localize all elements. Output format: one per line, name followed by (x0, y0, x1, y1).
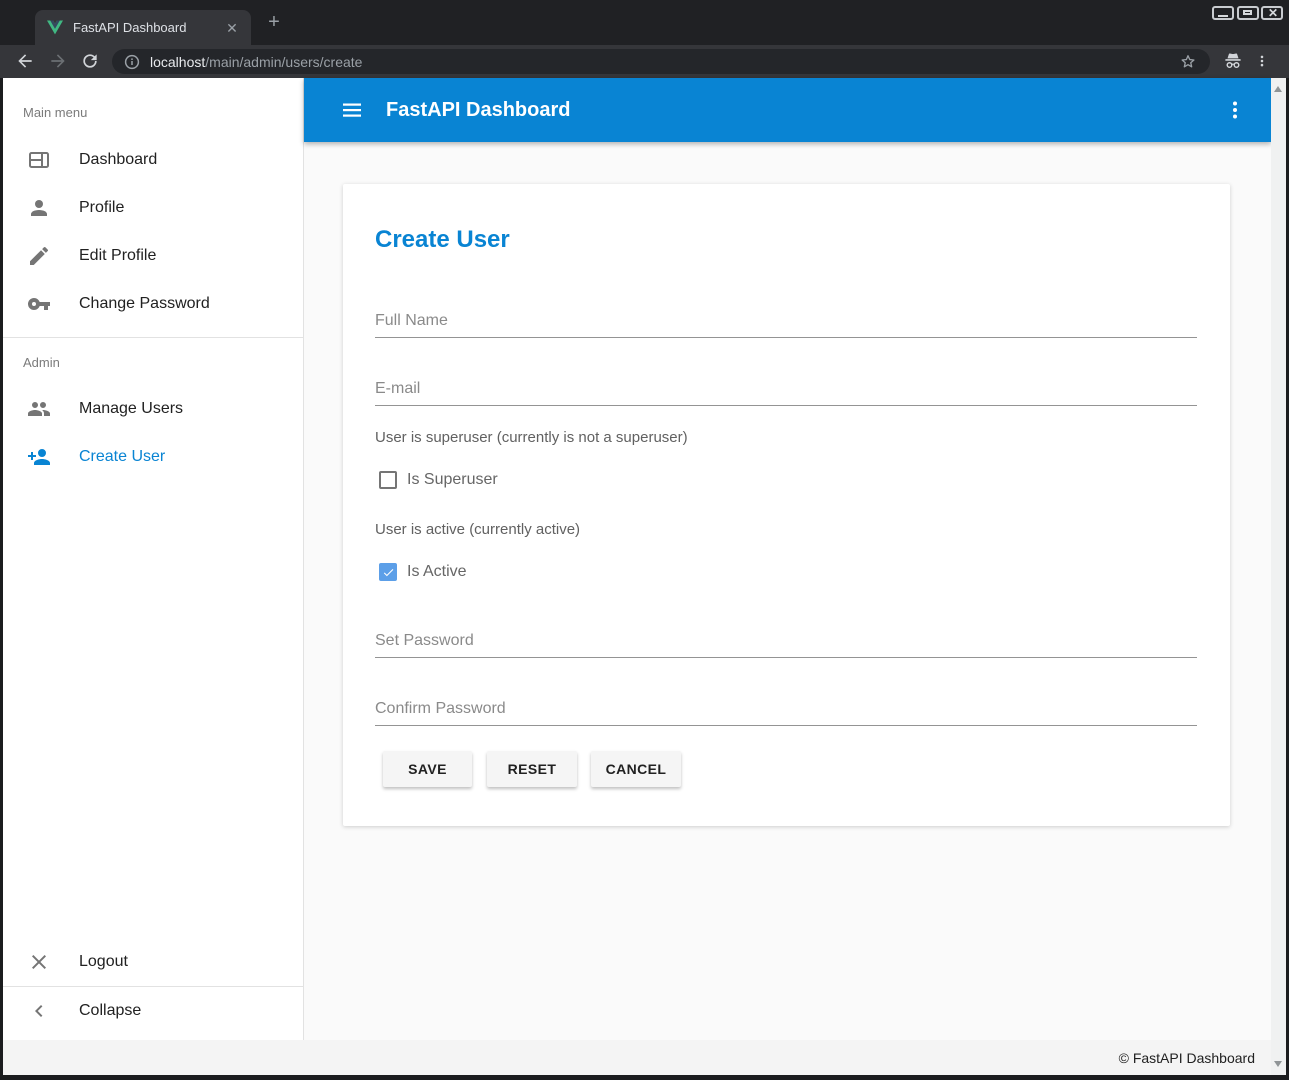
sidebar-item-manage-users[interactable]: Manage Users (3, 385, 303, 433)
page-scrollbar[interactable] (1271, 78, 1286, 1075)
email-field[interactable] (375, 372, 1197, 406)
superuser-note: User is superuser (currently is not a su… (375, 429, 688, 446)
tab-close-icon[interactable]: ✕ (223, 19, 241, 37)
sidebar-item-create-user[interactable]: Create User (3, 433, 303, 481)
appbar-menu-button[interactable] (1223, 98, 1247, 122)
checkbox-checked-icon (379, 563, 397, 581)
sidebar-item-label: Profile (79, 199, 124, 217)
set-password-field[interactable] (375, 624, 1197, 658)
sidebar-spacer (3, 481, 303, 938)
sidebar-item-change-password[interactable]: Change Password (3, 280, 303, 328)
browser-window: FastAPI Dashboard ✕ + ✕ localhost/m (0, 0, 1289, 1080)
key-icon (27, 292, 51, 316)
sidebar-item-label: Logout (79, 953, 128, 971)
sidebar-item-label: Dashboard (79, 151, 157, 169)
cancel-button[interactable]: CANCEL (591, 751, 681, 787)
scrollbar-up-button[interactable] (1274, 86, 1282, 92)
window-close-button[interactable]: ✕ (1261, 6, 1283, 20)
sidebar-item-edit-profile[interactable]: Edit Profile (3, 232, 303, 280)
copyright-text: © FastAPI Dashboard (1119, 1050, 1255, 1066)
sidebar-item-profile[interactable]: Profile (3, 184, 303, 232)
app-page: Main menu Dashboard Profile Edit Profile (3, 78, 1286, 1075)
sidebar: Main menu Dashboard Profile Edit Profile (3, 78, 304, 1040)
account-icon (27, 196, 51, 220)
sidebar-item-collapse[interactable]: Collapse (3, 987, 303, 1035)
new-tab-button[interactable]: + (264, 13, 284, 33)
sidebar-section-main-menu: Main menu (3, 78, 303, 136)
active-note: User is active (currently active) (375, 521, 580, 538)
window-minimize-button[interactable] (1212, 6, 1234, 20)
page-title: Create User (375, 226, 510, 254)
incognito-icon (1222, 50, 1244, 72)
sidebar-item-label: Create User (79, 448, 165, 466)
pencil-icon (27, 244, 51, 268)
sidebar-section-admin: Admin (3, 338, 303, 385)
reset-button[interactable]: RESET (487, 751, 577, 787)
app-bar: FastAPI Dashboard (304, 78, 1271, 142)
browser-menu-button[interactable] (1255, 51, 1269, 71)
url-bar[interactable]: localhost/main/admin/users/create (112, 49, 1210, 74)
sidebar-item-label: Manage Users (79, 400, 183, 418)
save-button[interactable]: SAVE (383, 751, 472, 787)
checkbox-unchecked-icon (379, 471, 397, 489)
browser-toolbar: localhost/main/admin/users/create (0, 45, 1289, 78)
sidebar-item-dashboard[interactable]: Dashboard (3, 136, 303, 184)
vue-logo-icon (47, 20, 63, 35)
full-name-field[interactable] (375, 304, 1197, 338)
forward-button[interactable] (48, 51, 68, 71)
close-icon (27, 950, 51, 974)
url-host: localhost (150, 54, 205, 70)
window-maximize-button[interactable] (1237, 6, 1259, 20)
web-icon (27, 148, 51, 172)
app-footer: © FastAPI Dashboard (3, 1040, 1271, 1075)
reload-button[interactable] (80, 51, 100, 71)
hamburger-menu-button[interactable] (340, 98, 364, 122)
browser-tab[interactable]: FastAPI Dashboard ✕ (35, 10, 251, 45)
checkbox-label: Is Active (407, 563, 467, 581)
chevron-left-icon (27, 999, 51, 1023)
create-user-card: Create User User is superuser (currently… (343, 184, 1230, 826)
url-text: localhost/main/admin/users/create (150, 54, 1178, 70)
site-info-icon[interactable] (124, 54, 140, 70)
tab-title: FastAPI Dashboard (73, 20, 223, 35)
account-plus-icon (27, 445, 51, 469)
is-active-checkbox[interactable]: Is Active (379, 563, 467, 581)
checkbox-label: Is Superuser (407, 471, 498, 489)
tab-strip: FastAPI Dashboard ✕ + ✕ (0, 0, 1289, 45)
account-multiple-icon (27, 397, 51, 421)
browser-chrome: FastAPI Dashboard ✕ + ✕ localhost/m (0, 0, 1289, 78)
confirm-password-field[interactable] (375, 692, 1197, 726)
sidebar-item-logout[interactable]: Logout (3, 938, 303, 986)
sidebar-item-label: Change Password (79, 295, 210, 313)
url-path: /main/admin/users/create (205, 54, 362, 70)
sidebar-item-label: Edit Profile (79, 247, 156, 265)
appbar-title: FastAPI Dashboard (386, 99, 1223, 122)
bookmark-star-icon[interactable] (1178, 52, 1198, 72)
back-button[interactable] (15, 51, 35, 71)
is-superuser-checkbox[interactable]: Is Superuser (379, 471, 498, 489)
scrollbar-down-button[interactable] (1274, 1061, 1282, 1067)
sidebar-item-label: Collapse (79, 1002, 141, 1020)
